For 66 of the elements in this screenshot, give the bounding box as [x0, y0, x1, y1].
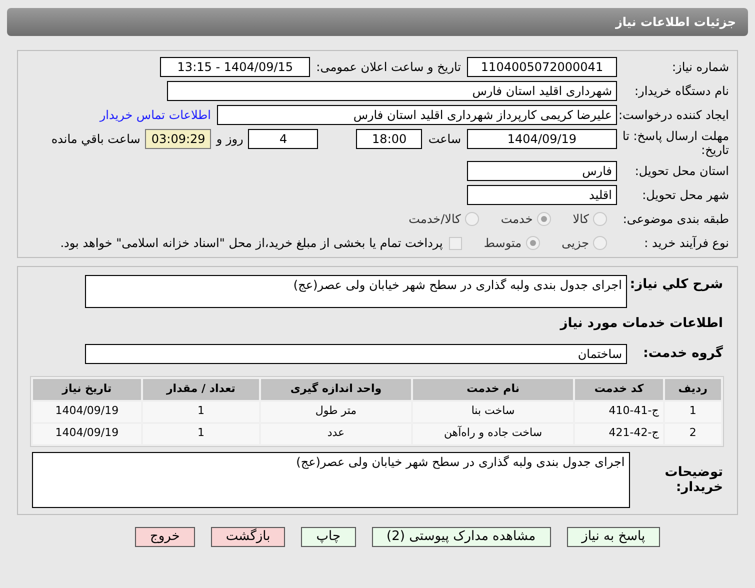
field-label: ساعت باقي مانده	[51, 131, 140, 148]
column-header: تاریخ نیاز	[33, 378, 141, 400]
field-label: روز و	[216, 131, 244, 148]
field-label: ایجاد کننده درخواست:	[617, 107, 729, 124]
radio-label: خدمت	[500, 211, 533, 228]
table-cell: ساخت جاده و راه‌آهن	[412, 424, 574, 444]
text-field[interactable]: اقلید	[467, 185, 617, 205]
text-field[interactable]: 1404/09/15 - 13:15	[160, 57, 310, 77]
table-cell: عدد	[261, 424, 411, 444]
field-label: نوع فرآیند خرید :	[643, 235, 729, 252]
table-cell: 1	[664, 402, 721, 422]
action-button[interactable]: پاسخ به نیاز	[566, 526, 660, 546]
radio-button[interactable]	[593, 212, 607, 226]
column-header: نام خدمت	[412, 378, 574, 400]
table-cell: ج-41-410	[575, 402, 663, 422]
countdown-timer: 03:09:29	[145, 129, 212, 149]
checkbox-label: پرداخت تمام یا بخشی از مبلغ خرید،از محل "اسناد خزانه اسلامی" خواهد بود.	[60, 235, 443, 252]
text-field[interactable]: فارس	[467, 161, 617, 181]
notes-textarea[interactable]: اجرای جدول بندی ولبه گذاری در سطح شهر خیابان ولی عصر(عج)	[32, 452, 630, 508]
text-field[interactable]: 1104005072000041	[467, 57, 617, 77]
action-button[interactable]: مشاهده مدارک پیوستی (2)	[372, 526, 551, 546]
contact-link[interactable]: اطلاعات تماس خریدار	[100, 106, 211, 124]
text-field[interactable]: علیرضا کریمی کارپرداز شهرداری اقلید استان فارس	[217, 105, 617, 125]
action-button[interactable]: بازگشت	[210, 526, 286, 546]
field-label: شهر محل تحویل:	[641, 187, 729, 204]
column-header: ردیف	[664, 378, 721, 400]
text-field[interactable]: 1404/09/19	[467, 129, 617, 149]
table-cell: ساخت بنا	[412, 402, 574, 422]
field-label: طبقه بندی موضوعی:	[622, 211, 729, 228]
radio-button[interactable]	[593, 236, 607, 250]
section-title: اطلاعات خدمات مورد نیاز	[558, 315, 723, 333]
field-label: توضیحات خریدار:	[664, 464, 723, 494]
field-label: گروه خدمت:	[642, 344, 723, 363]
action-button[interactable]: خروج	[134, 526, 195, 546]
table-cell: 1404/09/19	[33, 424, 141, 444]
field-label: ساعت	[428, 131, 461, 148]
text-field[interactable]: ساختمان	[85, 344, 627, 364]
table-cell: 2	[664, 424, 721, 444]
radio-label: کالا	[572, 211, 589, 228]
text-field[interactable]: 18:00	[356, 129, 422, 149]
table-cell: متر طول	[261, 402, 411, 422]
field-label: شماره نیاز:	[671, 59, 729, 76]
text-field[interactable]: شهرداری اقلید استان فارس	[167, 81, 617, 101]
table-cell: ج-42-421	[575, 424, 663, 444]
column-header: تعداد / مقدار	[142, 378, 260, 400]
table-cell: 1	[142, 424, 260, 444]
radio-label: کالا/خدمت	[408, 211, 461, 228]
table-cell: 1	[142, 402, 260, 422]
field-label: شرح کلي نیاز:	[628, 276, 723, 294]
column-header: واحد اندازه گیری	[261, 378, 411, 400]
radio-button[interactable]	[464, 212, 479, 226]
table-cell: 1404/09/19	[33, 402, 141, 422]
action-button[interactable]: چاپ	[301, 526, 356, 546]
field-label: مهلت ارسال پاسخ: تا تاریخ:	[621, 129, 729, 157]
checkbox[interactable]	[448, 236, 462, 250]
text-field[interactable]: 4	[248, 129, 318, 149]
header-title: جزئیات اطلاعات نیاز	[615, 14, 736, 31]
field-label: استان محل تحویل:	[634, 163, 729, 180]
radio-button[interactable]	[536, 212, 551, 226]
column-header: کد خدمت	[575, 378, 663, 400]
radio-label: متوسط	[484, 235, 522, 252]
radio-label: جزیی	[562, 235, 589, 252]
radio-button[interactable]	[526, 236, 540, 250]
description-textarea[interactable]: اجرای جدول بندی ولبه گذاری در سطح شهر خیابان ولی عصر(عج)	[85, 275, 627, 308]
field-label: نام دستگاه خریدار:	[634, 83, 729, 100]
field-label: تاریخ و ساعت اعلان عمومی:	[316, 59, 462, 76]
